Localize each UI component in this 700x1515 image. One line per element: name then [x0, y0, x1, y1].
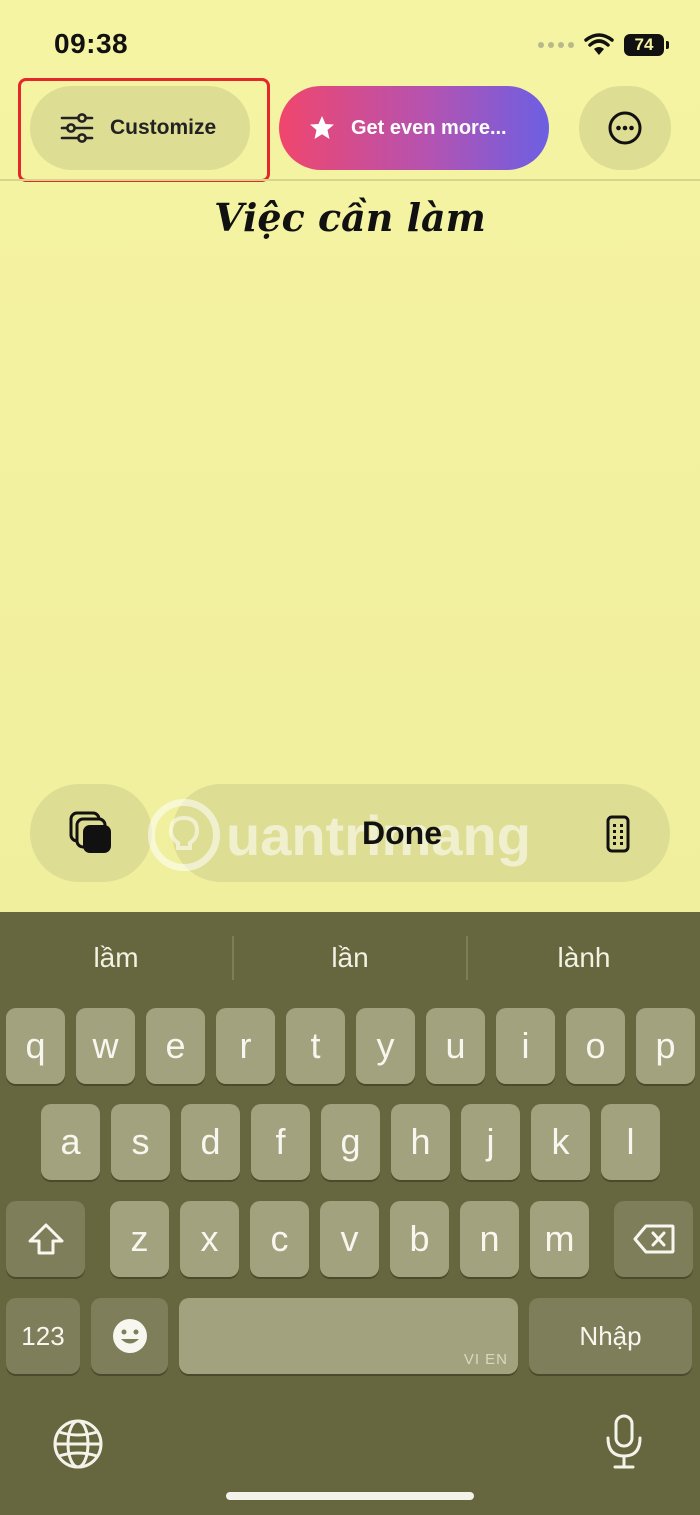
suggestion-item[interactable]: lành: [468, 912, 700, 1004]
key-x[interactable]: x: [180, 1201, 239, 1277]
note-editor-screen: 09:38 74 Customize Get even more... Việc…: [0, 0, 700, 1515]
key-z[interactable]: z: [110, 1201, 169, 1277]
key-j[interactable]: j: [461, 1104, 520, 1180]
get-even-more-button[interactable]: Get even more...: [279, 86, 549, 170]
key-m[interactable]: m: [530, 1201, 589, 1277]
more-icon: [608, 111, 642, 145]
emoji-key[interactable]: [91, 1298, 168, 1374]
key-y[interactable]: y: [356, 1008, 415, 1084]
shift-key[interactable]: [6, 1201, 85, 1277]
key-r[interactable]: r: [216, 1008, 275, 1084]
suggestion-bar: lầm lần lành: [0, 912, 700, 1004]
key-i[interactable]: i: [496, 1008, 555, 1084]
phone-icon: [606, 815, 630, 853]
return-key[interactable]: Nhập: [529, 1298, 692, 1374]
key-d[interactable]: d: [181, 1104, 240, 1180]
suggestion-item[interactable]: lần: [234, 912, 466, 1004]
space-language-hint: VI EN: [463, 1351, 508, 1368]
toolbar-divider: [0, 179, 700, 181]
key-a[interactable]: a: [41, 1104, 100, 1180]
space-key[interactable]: VI EN: [179, 1298, 518, 1374]
key-e[interactable]: e: [146, 1008, 205, 1084]
emoji-icon: [112, 1319, 147, 1353]
key-l[interactable]: l: [601, 1104, 660, 1180]
home-indicator: [226, 1492, 474, 1500]
suggestion-item[interactable]: lầm: [0, 912, 232, 1004]
status-indicators: 74: [538, 30, 669, 60]
key-c[interactable]: c: [250, 1201, 309, 1277]
key-g[interactable]: g: [321, 1104, 380, 1180]
key-n[interactable]: n: [460, 1201, 519, 1277]
key-o[interactable]: o: [566, 1008, 625, 1084]
key-h[interactable]: h: [391, 1104, 450, 1180]
numbers-key[interactable]: 123: [6, 1298, 80, 1374]
key-b[interactable]: b: [390, 1201, 449, 1277]
device-preview-button[interactable]: [598, 812, 638, 856]
wifi-icon: [584, 33, 614, 55]
shift-icon: [28, 1223, 63, 1255]
status-time: 09:38: [54, 28, 129, 59]
key-k[interactable]: k: [531, 1104, 590, 1180]
key-t[interactable]: t: [286, 1008, 345, 1084]
delete-icon: [633, 1224, 674, 1254]
key-row-3: z x c v b n m: [6, 1201, 693, 1277]
battery-icon: 74: [624, 34, 669, 56]
globe-icon[interactable]: [52, 1418, 104, 1470]
star-icon: [310, 116, 334, 139]
key-p[interactable]: p: [636, 1008, 695, 1084]
key-row-4: 123 VI EN Nhập: [6, 1298, 692, 1374]
key-row-1: q w e r t y u i o p: [6, 1008, 695, 1084]
key-q[interactable]: q: [6, 1008, 65, 1084]
get-even-more-label: Get even more...: [351, 116, 507, 139]
key-row-2: a s d f g h j k l: [41, 1104, 660, 1180]
more-options-button[interactable]: [579, 86, 671, 170]
note-title[interactable]: Việc cần làm: [0, 195, 700, 240]
highlight-annotation: [18, 78, 270, 182]
key-w[interactable]: w: [76, 1008, 135, 1084]
mic-icon[interactable]: [604, 1414, 644, 1470]
key-s[interactable]: s: [111, 1104, 170, 1180]
delete-key[interactable]: [614, 1201, 693, 1277]
done-button[interactable]: Done: [172, 784, 632, 882]
keyboard: lầm lần lành q w e r t y u i o p a s d f…: [0, 912, 700, 1515]
stack-button[interactable]: [30, 784, 152, 882]
key-v[interactable]: v: [320, 1201, 379, 1277]
cellular-signal-icon: [538, 42, 574, 48]
key-u[interactable]: u: [426, 1008, 485, 1084]
key-f[interactable]: f: [251, 1104, 310, 1180]
stack-icon: [69, 811, 111, 853]
